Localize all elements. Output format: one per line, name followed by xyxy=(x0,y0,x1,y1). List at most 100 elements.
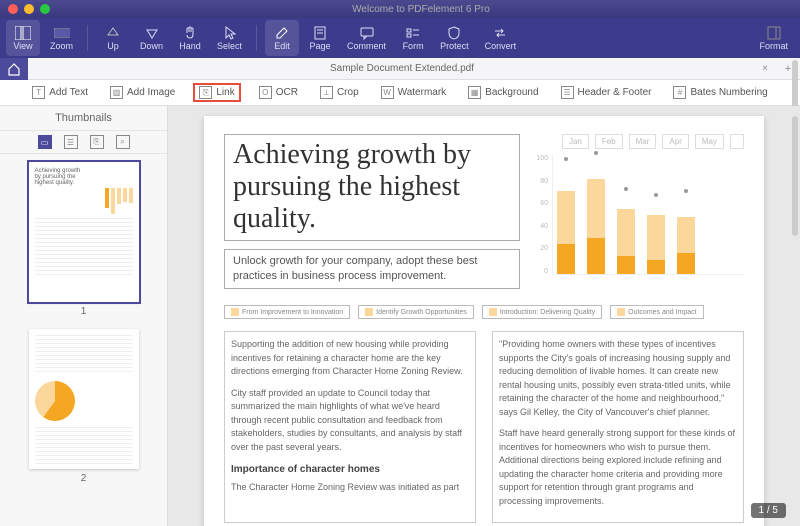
section-tag[interactable]: Introduction: Delivering Quality xyxy=(482,305,602,319)
divider xyxy=(87,25,88,51)
chart-bars xyxy=(552,155,744,275)
ocr-button[interactable]: OOCR xyxy=(255,84,302,101)
section-tag[interactable]: Identify Growth Opportunities xyxy=(358,305,474,319)
watermark-button[interactable]: WWatermark xyxy=(377,84,451,101)
bar-mar xyxy=(617,155,635,274)
sidebar-title: Thumbnails xyxy=(0,106,167,131)
text-icon: T xyxy=(32,86,45,99)
form-button[interactable]: Form xyxy=(396,20,430,56)
sidebar: Thumbnails ▭ ☰ ⎘ ⌕ Achieving growthby pu… xyxy=(0,106,168,526)
page-icon xyxy=(312,25,328,41)
convert-button[interactable]: Convert xyxy=(479,20,523,56)
arrow-up-icon xyxy=(105,25,121,41)
month-label: Mar xyxy=(629,134,657,149)
close-tab-button[interactable]: × xyxy=(762,63,768,74)
sidebar-tabs: ▭ ☰ ⎘ ⌕ xyxy=(0,131,167,154)
column-left[interactable]: Supporting the addition of new housing w… xyxy=(224,331,476,523)
section-tag[interactable]: Outcomes and Impact xyxy=(610,305,703,319)
ocr-icon: O xyxy=(259,86,272,99)
home-icon xyxy=(7,62,21,76)
cursor-icon xyxy=(222,25,238,41)
month-label: Apr xyxy=(662,134,688,149)
view-icon xyxy=(15,25,31,41)
text-columns: Supporting the addition of new housing w… xyxy=(224,331,744,523)
header-footer-icon: ☰ xyxy=(561,86,574,99)
month-label-empty xyxy=(730,134,744,149)
add-image-button[interactable]: ▨Add Image xyxy=(106,84,179,101)
add-text-button[interactable]: TAdd Text xyxy=(28,84,92,101)
down-button[interactable]: Down xyxy=(134,20,169,56)
chart-y-axis: 100 80 60 40 20 0 xyxy=(534,155,552,275)
edit-button[interactable]: Edit xyxy=(265,20,299,56)
edit-subtoolbar: TAdd Text ▨Add Image ⎘Link OOCR ⟂Crop WW… xyxy=(0,80,800,106)
window-controls xyxy=(8,4,50,14)
thumbnail-list: Achieving growthby pursuing thehighest q… xyxy=(0,154,167,526)
canvas-scrollbar[interactable] xyxy=(792,116,798,236)
column-right[interactable]: "Providing home owners with these types … xyxy=(492,331,744,523)
window-title: Welcome to PDFelement 6 Pro xyxy=(50,4,792,15)
month-label: May xyxy=(695,134,724,149)
arrow-down-icon xyxy=(144,25,160,41)
bates-icon: # xyxy=(673,86,686,99)
crop-button[interactable]: ⟂Crop xyxy=(316,84,363,101)
bates-numbering-button[interactable]: #Bates Numbering xyxy=(669,84,771,101)
thumbnail-number: 2 xyxy=(0,473,167,484)
document-canvas[interactable]: Achieving growth by pursuing the highest… xyxy=(168,106,800,526)
document-tabstrip: Sample Document Extended.pdf × + xyxy=(0,58,800,80)
hand-icon xyxy=(182,25,198,41)
comment-icon xyxy=(359,25,375,41)
sidebar-tab-thumbnails[interactable]: ▭ xyxy=(38,135,52,149)
protect-button[interactable]: Protect xyxy=(434,20,475,56)
background-icon: ▦ xyxy=(468,86,481,99)
paragraph: Staff have heard generally strong suppor… xyxy=(499,427,737,508)
thumbnail-item[interactable]: Achieving growthby pursuing thehighest q… xyxy=(0,162,167,317)
thumbnail-item[interactable]: 2 xyxy=(0,329,167,484)
zoom-icon xyxy=(54,25,70,41)
watermark-icon: W xyxy=(381,86,394,99)
ribbon-toolbar: View Zoom Up Down Hand Select Edit Page … xyxy=(0,18,800,58)
comment-button[interactable]: Comment xyxy=(341,20,392,56)
hand-button[interactable]: Hand xyxy=(173,20,207,56)
background-button[interactable]: ▦Background xyxy=(464,84,542,101)
month-label: Jan xyxy=(562,134,589,149)
paragraph: Supporting the addition of new housing w… xyxy=(231,338,469,379)
view-button[interactable]: View xyxy=(6,20,40,56)
document-tab-label: Sample Document Extended.pdf xyxy=(330,63,474,74)
divider xyxy=(256,25,257,51)
zoom-button[interactable]: Zoom xyxy=(44,20,79,56)
maximize-window-button[interactable] xyxy=(40,4,50,14)
minimize-window-button[interactable] xyxy=(24,4,34,14)
thumbnail-number: 1 xyxy=(0,306,167,317)
subheading: Importance of character homes xyxy=(231,462,469,477)
edit-icon xyxy=(274,25,290,41)
paragraph: City staff provided an update to Council… xyxy=(231,387,469,455)
headline-text[interactable]: Achieving growth by pursuing the highest… xyxy=(224,134,520,241)
up-button[interactable]: Up xyxy=(96,20,130,56)
format-button[interactable]: Format xyxy=(753,20,794,56)
sidebar-tab-search[interactable]: ⌕ xyxy=(116,135,130,149)
link-button[interactable]: ⎘Link xyxy=(193,83,240,102)
chart-month-labels: Jan Feb Mar Apr May xyxy=(534,134,744,149)
page-1: Achieving growth by pursuing the highest… xyxy=(204,116,764,526)
month-label: Feb xyxy=(595,134,623,149)
paragraph: "Providing home owners with these types … xyxy=(499,338,737,419)
section-tags: From Improvement to Innovation Identify … xyxy=(224,305,744,319)
page-button[interactable]: Page xyxy=(303,20,337,56)
home-tab[interactable] xyxy=(0,58,28,80)
paragraph: The Character Home Zoning Review was ini… xyxy=(231,481,469,495)
section-tag[interactable]: From Improvement to Innovation xyxy=(224,305,350,319)
subhead-text[interactable]: Unlock growth for your company, adopt th… xyxy=(224,249,520,290)
titlebar: Welcome to PDFelement 6 Pro xyxy=(0,0,800,18)
select-button[interactable]: Select xyxy=(211,20,248,56)
crop-icon: ⟂ xyxy=(320,86,333,99)
document-tab[interactable]: Sample Document Extended.pdf × xyxy=(28,63,776,74)
sidebar-tab-bookmarks[interactable]: ☰ xyxy=(64,135,78,149)
shield-icon xyxy=(446,25,462,41)
header-footer-button[interactable]: ☰Header & Footer xyxy=(557,84,656,101)
bar-jan xyxy=(557,155,575,274)
bar-chart: Jan Feb Mar Apr May 100 80 60 40 20 0 xyxy=(534,134,744,284)
bar-apr xyxy=(647,155,665,274)
close-window-button[interactable] xyxy=(8,4,18,14)
form-icon xyxy=(405,25,421,41)
sidebar-tab-attachments[interactable]: ⎘ xyxy=(90,135,104,149)
